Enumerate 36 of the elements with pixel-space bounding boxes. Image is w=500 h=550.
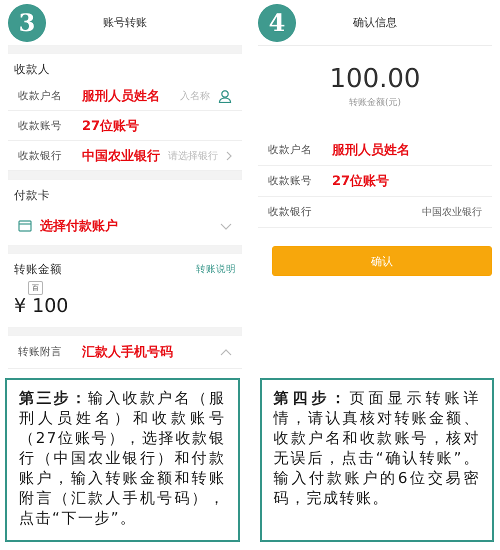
- step-badge: 3: [8, 4, 46, 42]
- field-label: 收款户名: [18, 88, 63, 102]
- field-label: 收款户名: [268, 143, 313, 157]
- field-label: 转账附言: [18, 345, 63, 359]
- placeholder-text: 请选择银行: [168, 150, 218, 162]
- screen-title: 确认信息: [353, 16, 397, 29]
- chevron-right-icon: [226, 150, 232, 160]
- field-label: 收款账号: [18, 118, 63, 132]
- confirm-button[interactable]: 确认: [272, 246, 492, 276]
- step-badge: 4: [258, 4, 296, 42]
- annotation: 选择付款账户: [40, 218, 118, 235]
- chevron-up-icon: [220, 348, 232, 356]
- amount-value: ¥ 100: [14, 295, 68, 317]
- section-heading: 收款人: [13, 61, 51, 78]
- chevron-down-icon: [220, 222, 232, 230]
- annotation: 服刑人员姓名: [332, 142, 410, 159]
- annotation: 中国农业银行: [82, 148, 160, 164]
- field-label: 收款账号: [268, 174, 313, 188]
- field-value: 中国农业银行: [422, 206, 482, 219]
- help-link[interactable]: 转账说明: [196, 263, 236, 276]
- section-heading: 转账金额: [14, 262, 62, 277]
- step-instructions: 第四步：页面显示转账详情，请认真核对转账金额、收款户名和收款账号，核对无误后，点击“确认转账”。输入付款账户的6位交易密码，完成转账。: [274, 388, 480, 508]
- card-icon: [18, 220, 32, 232]
- field-label: 收款银行: [18, 148, 63, 162]
- step-instructions: 第三步：输入收款户名（服刑人员姓名）和收款账号（27位账号），选择收款银行（中国农业银行）和付款账户，输入转账金额和转账附言（汇款人手机号码），点击“下一步”。: [19, 388, 226, 528]
- section-heading: 付款卡: [13, 187, 51, 204]
- amount-caption: 转账金额(元): [348, 98, 402, 108]
- annotation: 27位账号: [82, 118, 140, 134]
- annotation: 27位账号: [332, 173, 390, 190]
- field-label: 收款银行: [268, 205, 313, 219]
- screen-title: 账号转账: [103, 16, 147, 29]
- amount-value: 100.00: [330, 64, 420, 94]
- annotation: 服刑人员姓名: [82, 88, 160, 104]
- annotation: 汇款人手机号码: [82, 344, 173, 361]
- person-icon: [218, 88, 232, 102]
- placeholder-text: 入名称: [180, 90, 210, 102]
